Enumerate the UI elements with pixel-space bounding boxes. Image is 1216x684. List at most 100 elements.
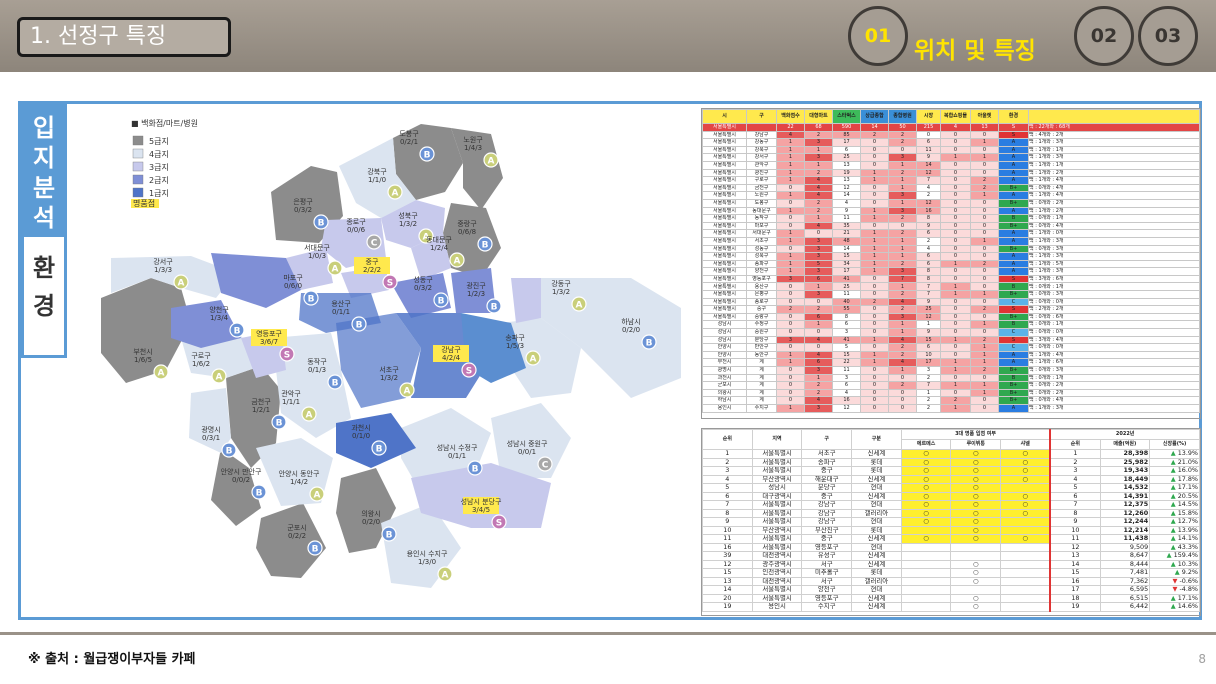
district-name: 용산구 [331,299,351,308]
table-cell: 백 : 0개와 : 1개 [1028,373,1200,383]
table-cell [900,593,952,603]
table-cell: 4 [804,335,833,345]
table-cell: 백 : 3개와 : 4개 [1028,335,1200,345]
table-cell: 도봉구 [746,198,777,208]
table-cell: B+ [998,244,1029,254]
table-cell: 4 [888,335,917,345]
table-cell: B+ [998,198,1029,208]
table-cell: 12,214 [1099,525,1151,535]
district-name: 광명시 [201,425,220,434]
table-cell: 1 [776,145,805,155]
table-cell: C [998,328,1029,337]
step-03-button[interactable]: 03 [1138,6,1198,66]
col-brand[interactable]: 구분 [851,429,902,450]
table-cell: 2 [804,388,833,398]
table-cell: 광진구 [746,168,777,178]
table-cell: 0 [860,191,889,200]
table-cell: 계 [746,373,777,383]
table-row: 서울특별시 중랑구 0 6 8 0 3 12 0 0 B+ 백 : 0개와 : 6개 [702,312,1200,322]
table-cell [1000,559,1051,569]
table-cell: 서구 [801,576,853,586]
table-cell: 1 [776,350,805,360]
table-cell: 2 [940,396,971,405]
table-cell: 강동구 [746,138,777,147]
district-name: 강서구 [153,257,173,266]
table-cell: B+ [998,396,1029,405]
district-name: 구로구 [191,352,211,360]
table-cell: 4 [888,358,917,367]
col-district[interactable]: 구 [801,429,853,450]
table-cell: 14 [832,191,861,200]
table-cell: 롯데 [851,466,902,476]
table-cell: A [998,236,1029,246]
table-cell: 백 : 0개와 : 6개 [1028,312,1200,322]
table-cell: 백 : 1개와 : 3개 [1028,153,1200,162]
table-cell: A [998,229,1029,238]
table-cell: 1 [860,229,889,238]
table-cell: 의왕시 [702,388,747,398]
table-row: 서울특별시 금천구 0 4 12 0 1 4 0 2 B+ 백 : 0개와 : 4개 [702,183,1200,193]
col-rank[interactable]: 순위 [702,429,753,450]
table-cell: 강남구 [801,508,853,518]
district-name: 강남구 [441,345,461,354]
table-cell: ○ [950,534,1002,544]
col-region[interactable]: 지역 [751,429,803,450]
district-name: 강북구 [367,167,387,176]
table-cell: 서울특별시 [702,214,747,223]
table-cell: 과천시 [702,373,747,383]
table-cell: 서초구 [746,236,777,246]
table-cell: 17 [1049,585,1101,595]
table-cell: 용인시 [702,403,747,413]
table-cell: 9 [916,153,941,162]
grade-letter: A [404,387,411,397]
table-cell: 1 [702,449,753,459]
legend-label: 2급지 [149,176,169,185]
table-cell: 백 : 4개와 : 2개 [1028,130,1200,140]
table-cell: 12,260 [1099,508,1151,518]
table-cell: 8 [916,214,941,223]
table-cell: 0 [776,320,805,330]
table-cell: 215 [916,123,941,132]
table-cell: 0 [776,328,805,337]
table-cell: 0 [888,396,917,405]
table-cell: 서울특별시 [751,500,803,510]
table-cell: 갤러리아 [851,576,902,586]
table-cell: 계 [746,388,777,398]
table-cell: 7 [916,381,941,390]
table-cell: -0.6% [1149,576,1200,586]
table-cell: 1 [776,236,805,246]
table-cell: 3 [888,153,917,162]
table-cell: 17 [832,138,861,147]
step-01-button[interactable]: 01 [848,6,908,66]
table-cell: 0 [860,138,889,147]
page-number: 8 [1198,652,1206,666]
table-cell: 0 [940,168,971,178]
table-row: 4부산광역시해운대구신세계○○○418,44917.8% [702,474,1200,484]
ranking-table-grid: 순위 지역 구 구분 3대 명품 입점 여부 2022년 에르메스 루이뷔통 샤… [702,429,1200,612]
table-cell: 분당구 [746,335,777,345]
table-cell: 1 [860,176,889,185]
table-cell: 3 [702,466,753,476]
district-name: 금천구 [251,397,271,406]
table-cell: 0 [940,191,971,200]
table-cell: 2 [970,305,999,314]
table-cell: 0 [970,312,999,322]
table-cell: 10.3% [1149,559,1200,569]
table-cell: 0 [940,305,971,314]
table-cell: 1 [776,259,805,269]
table-cell: 17.1% [1149,483,1200,493]
tab-location-analysis[interactable]: 입지분석 [21,104,67,234]
table-cell: B [998,214,1029,223]
table-cell: 25,982 [1099,457,1151,467]
table-cell: ○ [1000,491,1051,501]
tab-environment[interactable]: 환경 [21,234,67,358]
step-02-button[interactable]: 02 [1074,6,1134,66]
table-cell: 금천구 [746,183,777,193]
table-cell: 1 [940,290,971,299]
table-cell: 0 [940,229,971,238]
table-cell: B+ [998,381,1029,390]
table-cell: 0 [776,312,805,322]
table-cell: 1 [940,335,971,345]
table-cell: 2 [970,176,999,185]
facility-col-header: 환경 [998,109,1029,124]
